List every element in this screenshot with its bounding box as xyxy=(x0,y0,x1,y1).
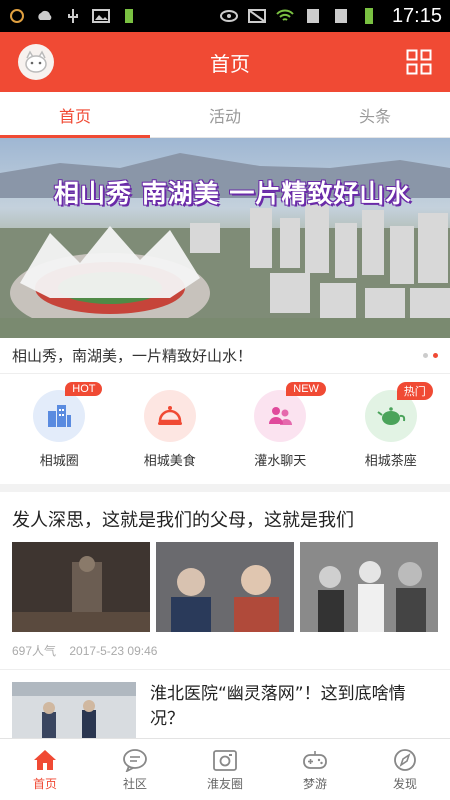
notification-icon xyxy=(10,9,24,23)
food-cover-icon xyxy=(157,405,182,425)
category-xiangchengquan[interactable]: HOT 相城圈 xyxy=(9,381,109,469)
cloud-icon xyxy=(38,10,52,20)
category-label: 相城美食 xyxy=(143,453,196,469)
bottom-nav: 首页 社区 淮友圈 梦游 发现 xyxy=(0,738,450,800)
battery-icon xyxy=(364,8,373,24)
top-tabs: 首页 活动 头条 xyxy=(0,92,450,138)
carousel-dot[interactable] xyxy=(423,353,428,358)
compass-icon xyxy=(394,748,416,771)
carousel-dots xyxy=(423,353,438,358)
article-photos xyxy=(12,542,438,632)
article-views: 697人气 xyxy=(12,644,57,658)
people-chat-icon xyxy=(269,406,293,425)
article-title: 发人深思，这就是我们的父母，这就是我们 xyxy=(12,510,354,531)
category-icon-bg xyxy=(254,389,307,442)
carousel-dot-active[interactable] xyxy=(433,353,438,358)
grid-icon[interactable] xyxy=(406,49,432,75)
article-photo xyxy=(156,542,294,632)
nav-label: 社区 xyxy=(122,776,147,791)
sim2-icon xyxy=(334,9,347,23)
wifi-icon xyxy=(276,9,294,21)
page-title: 首页 xyxy=(210,51,250,76)
nav-label: 首页 xyxy=(32,776,57,791)
popular-badge: 热门 xyxy=(396,381,433,400)
category-teahouse[interactable]: 热门 相城茶座 xyxy=(341,381,441,469)
status-bar: 17:15 xyxy=(0,0,450,32)
nav-discover[interactable]: 发现 xyxy=(360,739,450,800)
article-photo xyxy=(300,542,438,632)
tab-home[interactable]: 首页 xyxy=(0,92,150,138)
nav-label: 淮友圈 xyxy=(206,776,243,791)
home-icon xyxy=(34,749,56,770)
battery-small-icon xyxy=(125,9,133,23)
category-chat[interactable]: NEW 灌水聊天 xyxy=(230,381,330,469)
article-photo xyxy=(12,542,150,632)
article-date: 2017-5-23 09:46 xyxy=(69,644,158,658)
sim-icon xyxy=(306,9,319,23)
banner-image xyxy=(0,153,450,338)
tab-activity[interactable]: 活动 xyxy=(150,92,300,137)
tab-headlines[interactable]: 头条 xyxy=(300,92,450,137)
new-badge: NEW xyxy=(286,381,326,396)
banner-carousel[interactable]: 相山秀 南湖美 一片精致好山水 xyxy=(0,138,450,338)
category-label: 灌水聊天 xyxy=(254,453,307,469)
article-card[interactable]: 发人深思，这就是我们的父母，这就是我们 697人气 2017-5-23 09:4… xyxy=(0,492,450,669)
category-food[interactable]: 相城美食 xyxy=(120,389,220,469)
banner-caption: 相山秀，南湖美，一片精致好山水！ xyxy=(12,347,253,365)
category-icon-bg xyxy=(143,389,196,442)
nav-friends-circle[interactable]: 淮友圈 xyxy=(180,739,270,800)
category-label: 相城茶座 xyxy=(364,453,417,469)
article-meta: 697人气 2017-5-23 09:46 xyxy=(12,642,438,659)
category-icon-bg xyxy=(33,389,86,442)
banner-title: 相山秀 南湖美 一片精致好山水 xyxy=(54,179,412,208)
avatar[interactable] xyxy=(18,44,54,80)
image-icon xyxy=(92,9,110,23)
camera-icon xyxy=(213,749,237,771)
banner-caption-bar: 相山秀，南湖美，一片精致好山水！ xyxy=(0,338,450,374)
hot-badge: HOT xyxy=(65,381,103,396)
category-grid: HOT 相城圈 相城美食 NEW 灌水聊天 热门 相城茶座 xyxy=(0,374,450,484)
category-label: 相城圈 xyxy=(39,453,79,469)
nav-label: 发现 xyxy=(392,776,417,791)
section-divider xyxy=(0,484,450,492)
status-right: 17:15 xyxy=(219,4,442,28)
nav-community[interactable]: 社区 xyxy=(90,739,180,800)
nav-games[interactable]: 梦游 xyxy=(270,739,360,800)
nfc-icon xyxy=(247,9,266,23)
avatar-icon xyxy=(25,50,47,73)
app-header: 首页 xyxy=(0,32,450,92)
status-time: 17:15 xyxy=(391,4,442,27)
eye-icon xyxy=(219,10,238,22)
nav-label: 梦游 xyxy=(302,776,327,791)
teapot-icon xyxy=(377,406,405,425)
gamepad-icon xyxy=(303,750,327,769)
app-screen: 17:15 首页 首页 活动 头条 相山秀 南湖美 一片精致好山水 相山秀，南湖… xyxy=(0,0,450,800)
buildings-icon xyxy=(48,404,72,427)
nav-home[interactable]: 首页 xyxy=(0,739,90,800)
chat-bubble-icon xyxy=(123,748,147,772)
status-left xyxy=(8,8,138,24)
usb-icon xyxy=(68,9,78,23)
